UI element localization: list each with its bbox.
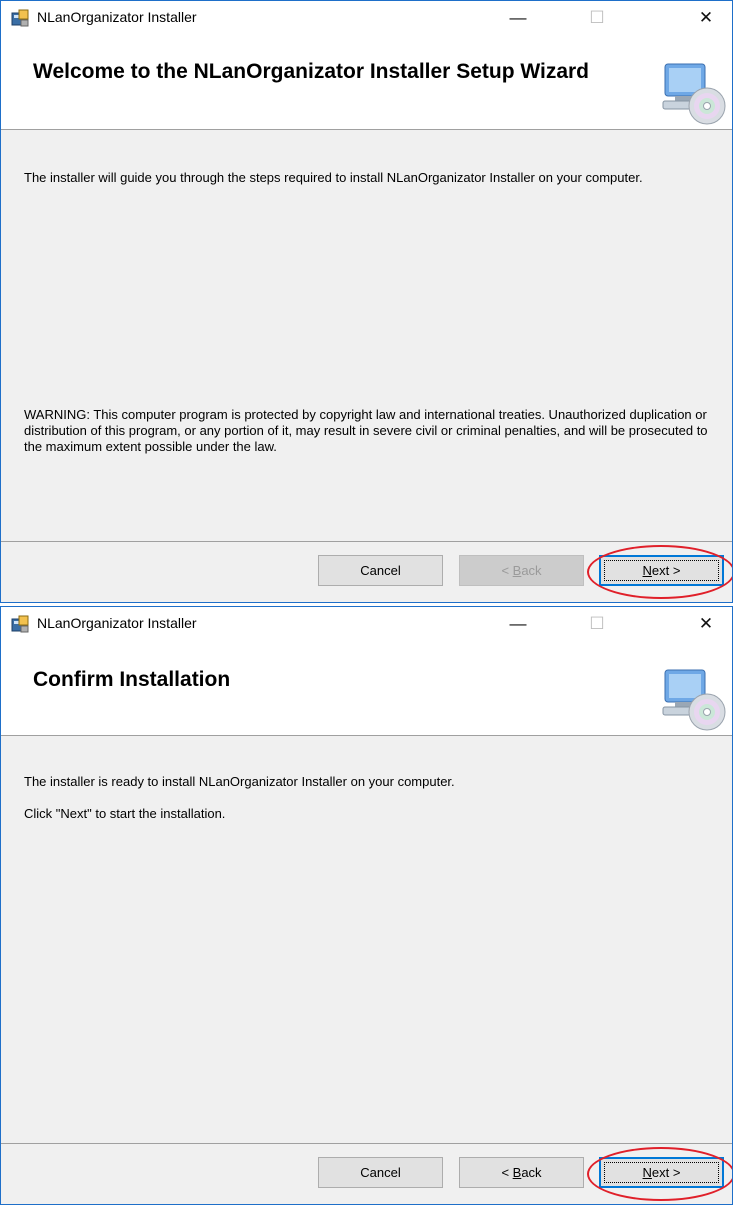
cancel-button[interactable]: Cancel	[318, 1157, 443, 1188]
installer-window-welcome: NLanOrganizator Installer — ☐ ✕ Welcome …	[0, 0, 733, 603]
back-prefix: <	[501, 563, 513, 578]
page-title: Confirm Installation	[33, 668, 231, 691]
copyright-warning: WARNING: This computer program is protec…	[24, 407, 708, 454]
back-prefix: <	[501, 1165, 513, 1180]
next-button[interactable]: Next >	[599, 1157, 724, 1188]
title-bar[interactable]: NLanOrganizator Installer — ☐ ✕	[1, 1, 732, 34]
title-bar[interactable]: NLanOrganizator Installer — ☐ ✕	[1, 607, 732, 640]
close-button[interactable]: ✕	[683, 607, 729, 640]
back-button[interactable]: < Back	[459, 1157, 584, 1188]
cancel-button[interactable]: Cancel	[318, 555, 443, 586]
computer-cd-icon	[662, 63, 726, 125]
next-rest: ext >	[651, 563, 681, 578]
footer-divider	[1, 541, 732, 542]
computer-cd-icon	[662, 669, 726, 731]
instruction-text: Click "Next" to start the installation.	[24, 806, 226, 821]
page-title: Welcome to the NLanOrganizator Installer…	[33, 60, 590, 83]
back-button-label: < Back	[501, 1165, 541, 1180]
header-banner: Confirm Installation	[1, 640, 732, 736]
back-button-label: < Back	[501, 563, 541, 578]
back-button[interactable]: < Back	[459, 555, 584, 586]
installer-app-icon	[11, 9, 29, 27]
installer-window-confirm: NLanOrganizator Installer — ☐ ✕ Confirm …	[0, 606, 733, 1205]
window-title: NLanOrganizator Installer	[37, 615, 197, 631]
header-banner: Welcome to the NLanOrganizator Installer…	[1, 34, 732, 130]
back-rest: ack	[521, 1165, 542, 1180]
intro-text: The installer will guide you through the…	[24, 170, 643, 185]
maximize-button[interactable]: ☐	[574, 607, 620, 640]
next-accesskey: N	[642, 1165, 652, 1180]
minimize-button[interactable]: —	[495, 1, 541, 34]
next-button[interactable]: Next >	[599, 555, 724, 586]
cancel-button-label: Cancel	[360, 563, 401, 578]
ready-text: The installer is ready to install NLanOr…	[24, 774, 455, 789]
cancel-button-label: Cancel	[360, 1165, 401, 1180]
close-button[interactable]: ✕	[683, 1, 729, 34]
minimize-button[interactable]: —	[495, 607, 541, 640]
installer-app-icon	[11, 615, 29, 633]
footer-divider	[1, 1143, 732, 1144]
next-button-label: Next >	[643, 1165, 681, 1180]
next-accesskey: N	[642, 563, 652, 578]
maximize-button[interactable]: ☐	[574, 1, 620, 34]
back-rest: ack	[521, 563, 542, 578]
next-button-label: Next >	[643, 563, 681, 578]
window-title: NLanOrganizator Installer	[37, 9, 197, 25]
next-rest: ext >	[651, 1165, 681, 1180]
